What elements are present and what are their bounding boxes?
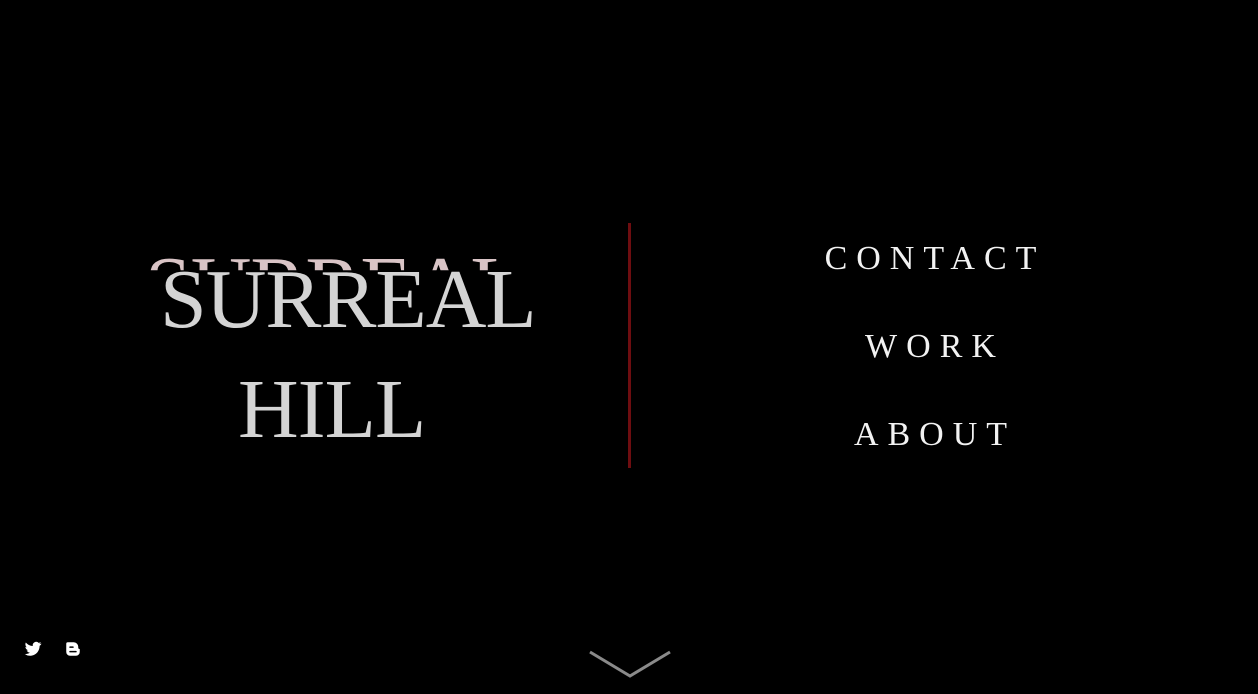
main-nav: CONTACT WORK ABOUT — [760, 236, 1110, 500]
nav-contact-link[interactable]: CONTACT — [760, 236, 1110, 324]
landing-page: SURREAL SURREAL HILL CONTACT WORK ABOUT — [0, 0, 1258, 694]
social-links — [24, 640, 82, 658]
twitter-icon[interactable] — [24, 640, 42, 658]
nav-work-link[interactable]: WORK — [760, 324, 1110, 412]
site-logo[interactable]: SURREAL SURREAL HILL — [120, 240, 537, 460]
vertical-divider — [628, 223, 631, 468]
chevron-down-icon[interactable] — [588, 648, 672, 680]
logo-line-2: HILL — [238, 363, 426, 456]
logo-line-1: SURREAL — [160, 253, 537, 346]
nav-about-link[interactable]: ABOUT — [760, 412, 1110, 500]
blogger-icon[interactable] — [64, 640, 82, 658]
